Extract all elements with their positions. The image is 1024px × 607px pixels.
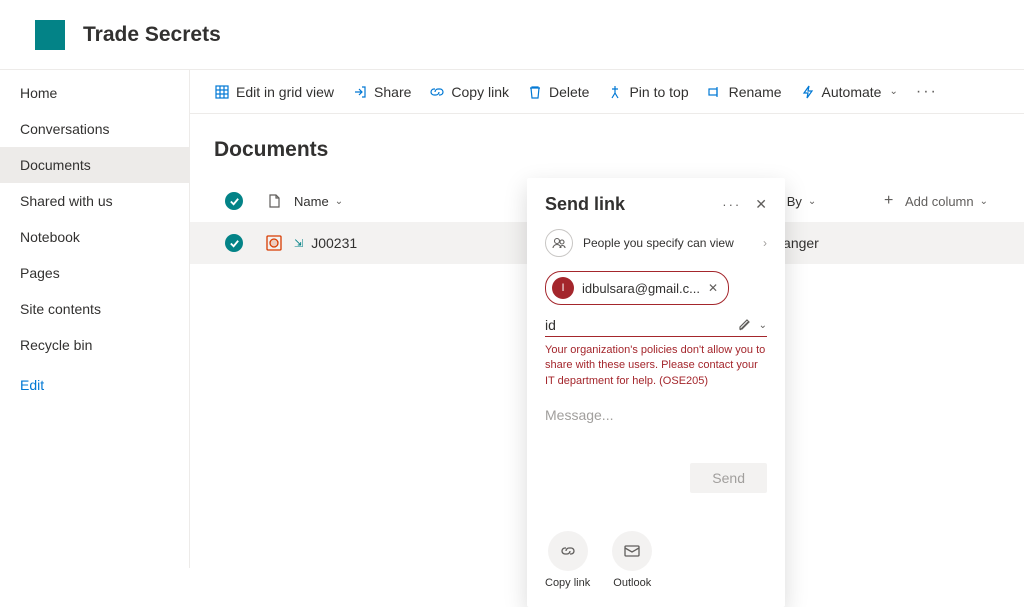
sidebar-item-label: Documents <box>20 157 91 173</box>
left-navigation: Home Conversations Documents Shared with… <box>0 70 190 568</box>
toolbar-label: Copy link <box>451 84 509 100</box>
chevron-down-icon: ⌄ <box>808 196 816 207</box>
check-circle-icon <box>225 192 243 210</box>
type-column <box>254 193 294 209</box>
dialog-title: Send link <box>545 194 625 215</box>
edit-permissions-icon[interactable] <box>737 318 751 332</box>
toolbar-label: Delete <box>549 84 589 100</box>
toolbar-label: Automate <box>822 84 882 100</box>
sidebar-item-label: Recycle bin <box>20 337 92 353</box>
file-name[interactable]: J00231 <box>311 235 357 251</box>
command-bar: Edit in grid view Share Copy link Delete… <box>190 70 1024 114</box>
powerpoint-file-icon <box>264 233 284 253</box>
sidebar-item-label: Shared with us <box>20 193 113 209</box>
delete-icon <box>527 84 543 100</box>
more-options-button[interactable]: ··· <box>916 83 938 101</box>
delete-button[interactable]: Delete <box>527 84 589 100</box>
add-column-button[interactable]: + Add column ⌄ <box>884 192 1024 210</box>
action-label: Outlook <box>613 577 651 589</box>
select-all-column[interactable] <box>214 192 254 210</box>
outlook-action[interactable]: Outlook <box>612 531 652 589</box>
recipient-email: idbulsara@gmail.c... <box>582 281 700 296</box>
column-label: Name <box>294 194 329 209</box>
site-title: Trade Secrets <box>83 23 221 47</box>
column-label: Add column <box>905 194 974 209</box>
automate-icon <box>800 84 816 100</box>
page-title: Documents <box>190 114 1024 180</box>
chevron-down-icon: ⌄ <box>335 196 343 207</box>
people-icon <box>545 229 573 257</box>
chevron-down-icon: ⌄ <box>980 196 988 207</box>
pin-icon <box>607 84 623 100</box>
copy-link-button[interactable]: Copy link <box>429 84 509 100</box>
sidebar-item-shared-with-us[interactable]: Shared with us <box>0 183 189 219</box>
main-content: Edit in grid view Share Copy link Delete… <box>190 70 1024 568</box>
sidebar-edit-link[interactable]: Edit <box>0 367 189 403</box>
rename-button[interactable]: Rename <box>707 84 782 100</box>
edit-in-grid-view-button[interactable]: Edit in grid view <box>214 84 334 100</box>
link-settings-button[interactable]: People you specify can view › <box>545 229 767 257</box>
link-icon <box>429 84 445 100</box>
dialog-more-button[interactable]: ··· <box>722 197 741 212</box>
grid-icon <box>214 84 230 100</box>
recipient-pill: I idbulsara@gmail.c... ✕ <box>545 271 729 305</box>
link-icon <box>548 531 588 571</box>
pin-to-top-button[interactable]: Pin to top <box>607 84 688 100</box>
chevron-down-icon: ⌄ <box>889 86 897 97</box>
toolbar-label: Rename <box>729 84 782 100</box>
site-logo <box>35 20 65 50</box>
send-button[interactable]: Send <box>690 463 767 493</box>
error-message: Your organization's policies don't allow… <box>545 343 767 389</box>
sidebar-item-pages[interactable]: Pages <box>0 255 189 291</box>
recipient-input-row: ⌄ <box>545 317 767 337</box>
copy-link-action[interactable]: Copy link <box>545 531 590 589</box>
dialog-close-button[interactable]: ✕ <box>755 196 767 213</box>
sidebar-item-label: Edit <box>20 377 44 393</box>
sidebar-item-label: Pages <box>20 265 60 281</box>
outlook-icon <box>612 531 652 571</box>
chevron-down-icon[interactable]: ⌄ <box>759 320 767 331</box>
recipient-input[interactable] <box>545 317 737 333</box>
sidebar-item-notebook[interactable]: Notebook <box>0 219 189 255</box>
sidebar-item-home[interactable]: Home <box>0 75 189 111</box>
share-button[interactable]: Share <box>352 84 411 100</box>
sidebar-item-label: Site contents <box>20 301 101 317</box>
chevron-right-icon: › <box>763 236 767 250</box>
automate-button[interactable]: Automate ⌄ <box>800 84 898 100</box>
sidebar-item-recycle-bin[interactable]: Recycle bin <box>0 327 189 363</box>
sidebar-item-site-contents[interactable]: Site contents <box>0 291 189 327</box>
action-label: Copy link <box>545 577 590 589</box>
sidebar-item-label: Notebook <box>20 229 80 245</box>
rename-icon <box>707 84 723 100</box>
toolbar-label: Edit in grid view <box>236 84 334 100</box>
sidebar-item-conversations[interactable]: Conversations <box>0 111 189 147</box>
recipient-avatar: I <box>552 277 574 299</box>
sidebar-item-label: Conversations <box>20 121 110 137</box>
toolbar-label: Share <box>374 84 411 100</box>
share-icon <box>352 84 368 100</box>
message-input[interactable]: Message... <box>545 407 767 423</box>
toolbar-label: Pin to top <box>629 84 688 100</box>
file-icon <box>266 193 282 209</box>
sidebar-item-label: Home <box>20 85 57 101</box>
site-header: Trade Secrets <box>0 0 1024 70</box>
remove-recipient-button[interactable]: ✕ <box>708 281 718 295</box>
send-link-dialog: Send link ··· ✕ People you specify can v… <box>527 178 785 607</box>
row-checkbox[interactable] <box>225 234 243 252</box>
scope-label: People you specify can view <box>583 236 753 250</box>
sidebar-item-documents[interactable]: Documents <box>0 147 189 183</box>
checkout-icon: ⇲ <box>294 237 303 250</box>
plus-icon: + <box>884 192 893 210</box>
